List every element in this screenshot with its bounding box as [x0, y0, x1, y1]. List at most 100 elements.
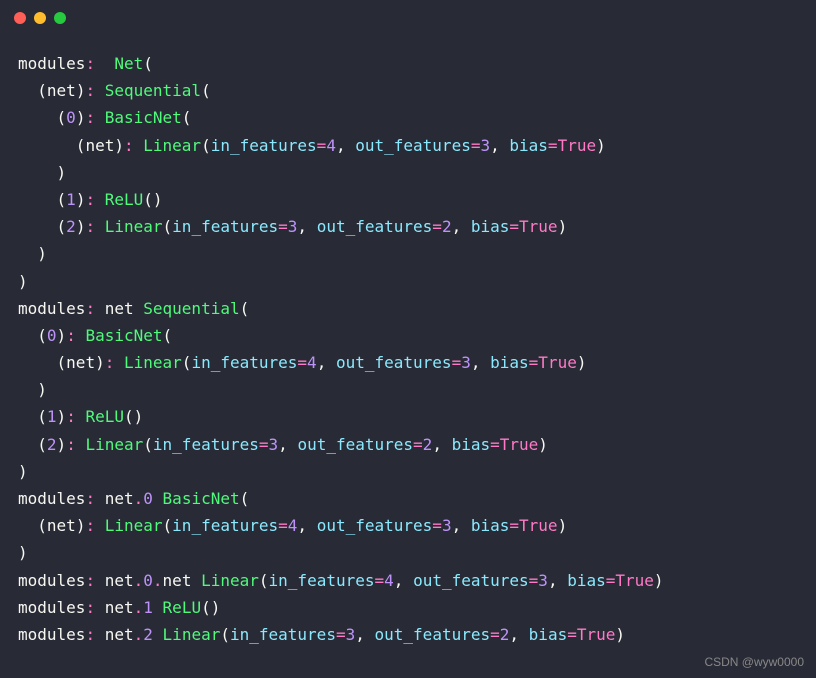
line: (2): Linear(in_features=3, out_features=…	[18, 217, 567, 236]
eq: =	[336, 625, 346, 644]
num-3: 3	[442, 516, 452, 535]
maximize-icon[interactable]	[54, 12, 66, 24]
eq: =	[509, 217, 519, 236]
index-1: 1	[47, 407, 57, 426]
kw-in-features: in_features	[191, 353, 297, 372]
rparen: )	[114, 136, 124, 155]
attr-net: net	[47, 516, 76, 535]
eq: =	[529, 571, 539, 590]
class-linear: Linear	[105, 217, 163, 236]
index-2: 2	[66, 217, 76, 236]
num-4: 4	[288, 516, 298, 535]
attr-net: net	[47, 81, 76, 100]
bool-true: True	[519, 516, 558, 535]
code-output: modules: Net( (net): Sequential( (0): Ba…	[0, 36, 816, 654]
rparen: )	[153, 190, 163, 209]
minimize-icon[interactable]	[34, 12, 46, 24]
colon: :	[66, 435, 76, 454]
num-3: 3	[480, 136, 490, 155]
bool-true: True	[500, 435, 539, 454]
lparen: (	[37, 81, 47, 100]
num-3: 3	[461, 353, 471, 372]
kw-bias: bias	[471, 516, 510, 535]
lparen: (	[220, 625, 230, 644]
num-2: 2	[442, 217, 452, 236]
line: (0): BasicNet(	[18, 326, 172, 345]
word-modules: modules	[18, 625, 85, 644]
lparen: (	[259, 571, 269, 590]
line: (net): Linear(in_features=4, out_feature…	[18, 516, 567, 535]
rparen: )	[18, 543, 28, 562]
colon: :	[124, 136, 134, 155]
rparen: )	[57, 407, 67, 426]
kw-bias: bias	[509, 136, 548, 155]
line: (net): Sequential(	[18, 81, 211, 100]
word-modules: modules	[18, 299, 85, 318]
eq: =	[452, 353, 462, 372]
rparen: )	[615, 625, 625, 644]
eq: =	[297, 353, 307, 372]
class-sequential: Sequential	[143, 299, 239, 318]
rparen: )	[596, 136, 606, 155]
rparen: )	[538, 435, 548, 454]
kw-out-features: out_features	[317, 516, 433, 535]
kw-bias: bias	[452, 435, 491, 454]
index-0: 0	[143, 571, 153, 590]
eq: =	[606, 571, 616, 590]
word-modules: modules	[18, 571, 85, 590]
lparen: (	[163, 326, 173, 345]
comma: ,	[548, 571, 558, 590]
lparen: (	[57, 353, 67, 372]
class-linear: Linear	[85, 435, 143, 454]
lparen: (	[182, 353, 192, 372]
bool-true: True	[558, 136, 597, 155]
attr-net: net	[105, 598, 134, 617]
rparen: )	[558, 516, 568, 535]
comma: ,	[297, 217, 307, 236]
word-modules: modules	[18, 54, 85, 73]
colon: :	[85, 489, 95, 508]
colon: :	[85, 598, 95, 617]
line: (1): ReLU()	[18, 407, 143, 426]
class-relu: ReLU	[85, 407, 124, 426]
lparen: (	[182, 108, 192, 127]
eq: =	[529, 353, 539, 372]
lparen: (	[240, 299, 250, 318]
colon: :	[85, 625, 95, 644]
index-1: 1	[143, 598, 153, 617]
lparen: (	[124, 407, 134, 426]
comma: ,	[509, 625, 519, 644]
line: )	[18, 462, 28, 481]
eq: =	[432, 217, 442, 236]
line: (net): Linear(in_features=4, out_feature…	[18, 353, 586, 372]
kw-out-features: out_features	[297, 435, 413, 454]
class-linear: Linear	[201, 571, 259, 590]
eq: =	[548, 136, 558, 155]
comma: ,	[432, 435, 442, 454]
lparen: (	[201, 598, 211, 617]
comma: ,	[355, 625, 365, 644]
rparen: )	[654, 571, 664, 590]
watermark: CSDN @wyw0000	[704, 652, 804, 672]
word-modules: modules	[18, 598, 85, 617]
class-basicnet: BasicNet	[85, 326, 162, 345]
colon: :	[85, 299, 95, 318]
comma: ,	[336, 136, 346, 155]
rparen: )	[76, 190, 86, 209]
attr-net: net	[66, 353, 95, 372]
lparen: (	[37, 407, 47, 426]
rparen: )	[76, 217, 86, 236]
colon: :	[85, 54, 95, 73]
close-icon[interactable]	[14, 12, 26, 24]
rparen: )	[76, 516, 86, 535]
lparen: (	[57, 190, 67, 209]
colon: :	[85, 81, 95, 100]
num-2: 2	[423, 435, 433, 454]
kw-in-features: in_features	[211, 136, 317, 155]
comma: ,	[452, 516, 462, 535]
rparen: )	[577, 353, 587, 372]
attr-net: net	[105, 489, 134, 508]
index-0: 0	[47, 326, 57, 345]
lparen: (	[201, 81, 211, 100]
rparen: )	[57, 163, 67, 182]
